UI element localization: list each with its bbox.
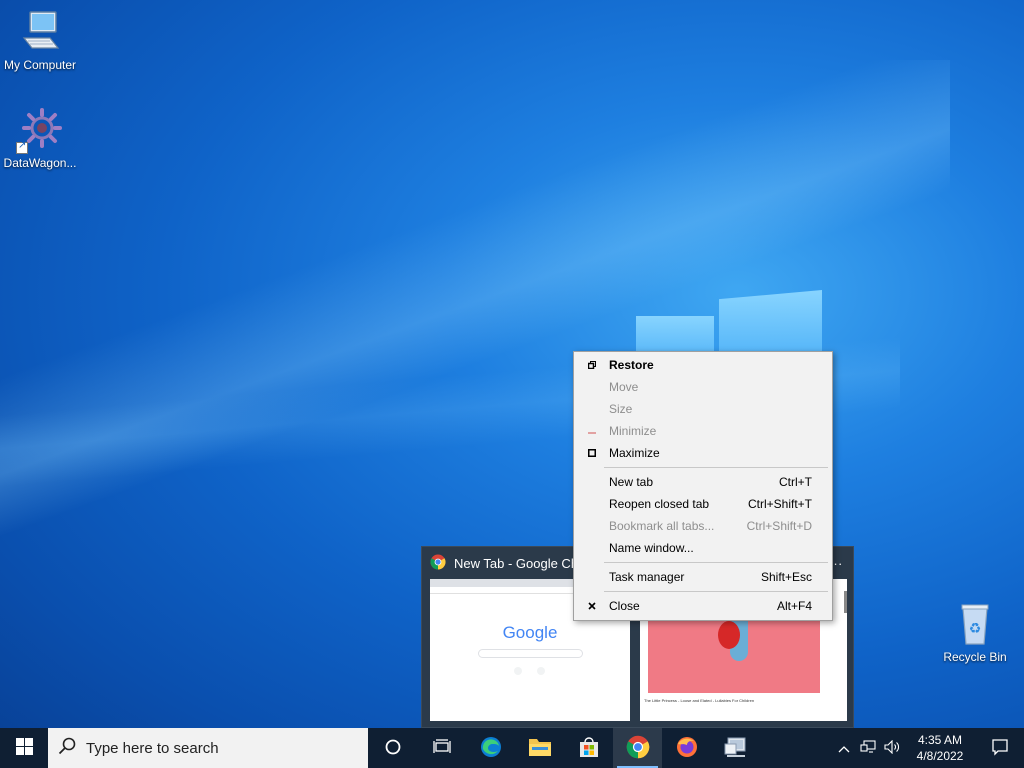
speaker-icon [884, 739, 900, 757]
menu-separator [604, 562, 828, 563]
network-app-button[interactable] [711, 728, 760, 768]
wallpaper-windows-logo [636, 290, 826, 366]
cortana-icon [384, 738, 402, 759]
task-view-button[interactable] [417, 728, 466, 768]
restore-icon [574, 361, 609, 369]
firefox-icon [675, 735, 699, 762]
desktop-icon-my-computer[interactable]: My Computer [0, 8, 80, 72]
system-tray: 4:35 AM 4/8/2022 [832, 728, 1024, 768]
chrome-icon [430, 554, 446, 573]
search-placeholder: Type here to search [86, 739, 219, 757]
menu-item-bookmark-all-tabs[interactable]: Bookmark all tabs... Ctrl+Shift+D [574, 515, 832, 537]
chrome-taskbar-button[interactable] [613, 728, 662, 768]
cortana-button[interactable] [368, 728, 417, 768]
edge-button[interactable] [466, 728, 515, 768]
menu-item-reopen-closed-tab[interactable]: Reopen closed tab Ctrl+Shift+T [574, 493, 832, 515]
task-view-icon [432, 738, 451, 759]
taskbar-clock[interactable]: 4:35 AM 4/8/2022 [904, 732, 976, 764]
menu-item-move[interactable]: Move [574, 376, 832, 398]
show-hidden-icons-button[interactable] [832, 728, 856, 768]
minimize-icon [574, 427, 609, 435]
desktop-icon-recycle-bin[interactable]: ♻ Recycle Bin [935, 600, 1015, 664]
action-center-button[interactable] [976, 728, 1024, 768]
desktop-icon-label: My Computer [3, 58, 77, 72]
menu-item-maximize[interactable]: Maximize [574, 442, 832, 464]
thumbnail-search-box [478, 649, 583, 658]
chevron-up-icon [838, 741, 850, 756]
thumbnail-shortcut-tile [514, 667, 522, 675]
video-caption: The Little Princess - Loose and Elated -… [644, 698, 755, 703]
menu-item-size[interactable]: Size [574, 398, 832, 420]
file-explorer-icon [528, 736, 552, 761]
clock-date: 4/8/2022 [916, 749, 964, 763]
desktop-icon-label: DataWagon... [3, 156, 77, 170]
menu-item-task-manager[interactable]: Task manager Shift+Esc [574, 566, 832, 588]
close-icon [574, 602, 609, 610]
desktop-icon-datawagon[interactable]: DataWagon... [0, 106, 80, 170]
recycle-bin-icon: ♻ [951, 600, 999, 648]
clock-time: 4:35 AM [917, 733, 963, 747]
volume-tray-button[interactable] [880, 728, 904, 768]
preview-title: New Tab - Google Chro [430, 554, 590, 573]
menu-item-name-window[interactable]: Name window... [574, 537, 832, 559]
menu-item-close[interactable]: Close Alt+F4 [574, 595, 832, 617]
notification-icon [991, 738, 1009, 759]
network-app-icon [724, 736, 748, 761]
network-icon [860, 739, 876, 757]
maximize-icon [574, 449, 609, 457]
taskbar: Type here to search 4:35 AM 4/8/2022 [0, 728, 1024, 768]
gear-logo-icon [16, 106, 64, 154]
monitor-icon [16, 8, 64, 56]
file-explorer-button[interactable] [515, 728, 564, 768]
svg-text:♻: ♻ [969, 621, 982, 637]
balloon-illustration [718, 621, 740, 649]
start-button[interactable] [0, 728, 48, 768]
menu-item-minimize[interactable]: Minimize [574, 420, 832, 442]
preview-title-text: New Tab - Google Chro [454, 556, 590, 571]
shortcut-arrow-icon [16, 140, 28, 154]
search-icon [58, 737, 76, 759]
windows-logo-icon [15, 738, 33, 758]
chrome-icon [626, 735, 650, 762]
menu-separator [604, 467, 828, 468]
taskbar-search-box[interactable]: Type here to search [48, 728, 368, 768]
firefox-button[interactable] [662, 728, 711, 768]
thumbnail-shortcut-tile [537, 667, 545, 675]
network-tray-button[interactable] [856, 728, 880, 768]
store-icon [578, 736, 600, 761]
google-logo: Google [502, 623, 558, 642]
edge-icon [479, 735, 503, 762]
menu-item-restore[interactable]: Restore [574, 354, 832, 376]
menu-separator [604, 591, 828, 592]
store-button[interactable] [564, 728, 613, 768]
window-system-menu: Restore Move Size Minimize Maximize New … [573, 351, 833, 621]
video-scrollbar [844, 591, 847, 613]
menu-item-new-tab[interactable]: New tab Ctrl+T [574, 471, 832, 493]
desktop-icon-label: Recycle Bin [943, 650, 1007, 664]
